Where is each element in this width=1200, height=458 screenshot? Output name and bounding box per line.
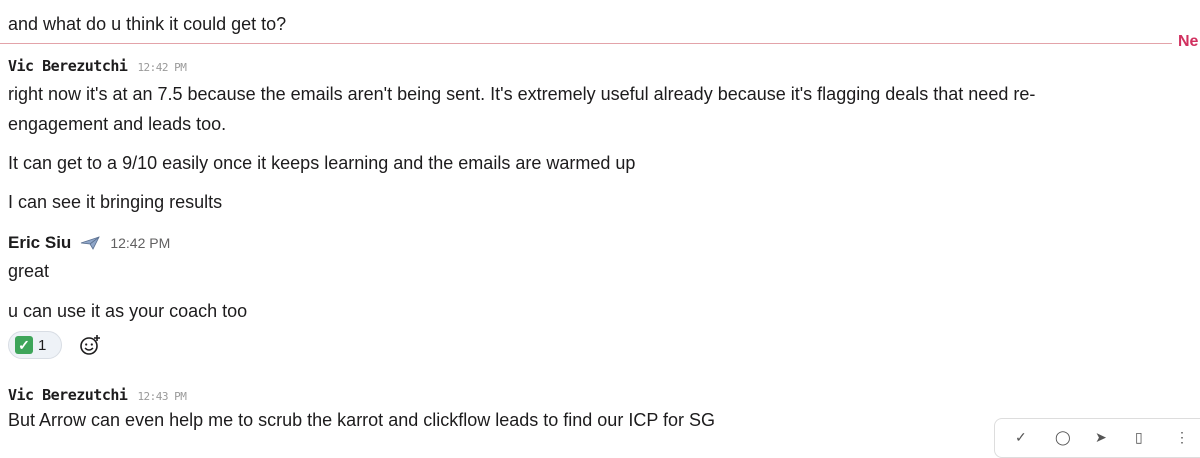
new-messages-label: Ne [1178, 33, 1199, 50]
message-header-eric: Eric Siu 12:42 PM [8, 232, 170, 253]
react-icon[interactable]: ✓ [1015, 429, 1031, 445]
message-timestamp[interactable]: 12:42 PM [110, 235, 170, 251]
bookmark-icon[interactable]: ▯ [1135, 429, 1151, 445]
message-header-vic: Vic Berezutchi 12:42 PM [8, 55, 187, 76]
reaction-count: 1 [38, 336, 47, 354]
message-line: But Arrow can even help me to scrub the … [8, 410, 716, 430]
message-line: u can use it as your coach too [8, 301, 248, 321]
add-reaction-icon[interactable] [76, 331, 104, 359]
message-line: I can see it bringing results [8, 192, 223, 212]
message-actions-toolbar[interactable]: ✓ ◯ ➤ ▯ ⋮ [994, 418, 1200, 458]
reaction-pill[interactable]: ✓ 1 [8, 331, 62, 359]
message-line: right now it's at an 7.5 because the ema… [8, 84, 1036, 104]
new-messages-divider [0, 43, 1172, 44]
message-line: great [8, 261, 50, 281]
message-line: engagement and leads too. [8, 114, 227, 134]
sender-name[interactable]: Vic Berezutchi [8, 386, 128, 404]
message-header-vic: Vic Berezutchi 12:43 PM [8, 384, 187, 405]
message-timestamp[interactable]: 12:42 PM [137, 61, 186, 74]
more-icon[interactable]: ⋮ [1175, 429, 1191, 445]
forward-icon[interactable]: ➤ [1095, 429, 1111, 445]
sender-name[interactable]: Eric Siu [8, 233, 71, 252]
airplane-badge-icon [80, 235, 101, 251]
previous-message-text: and what do u think it could get to? [8, 14, 287, 34]
message-timestamp[interactable]: 12:43 PM [137, 390, 186, 403]
checkmark-icon: ✓ [15, 336, 33, 354]
reply-icon[interactable]: ◯ [1055, 429, 1071, 445]
message-line: It can get to a 9/10 easily once it keep… [8, 153, 636, 173]
sender-name[interactable]: Vic Berezutchi [8, 57, 128, 75]
